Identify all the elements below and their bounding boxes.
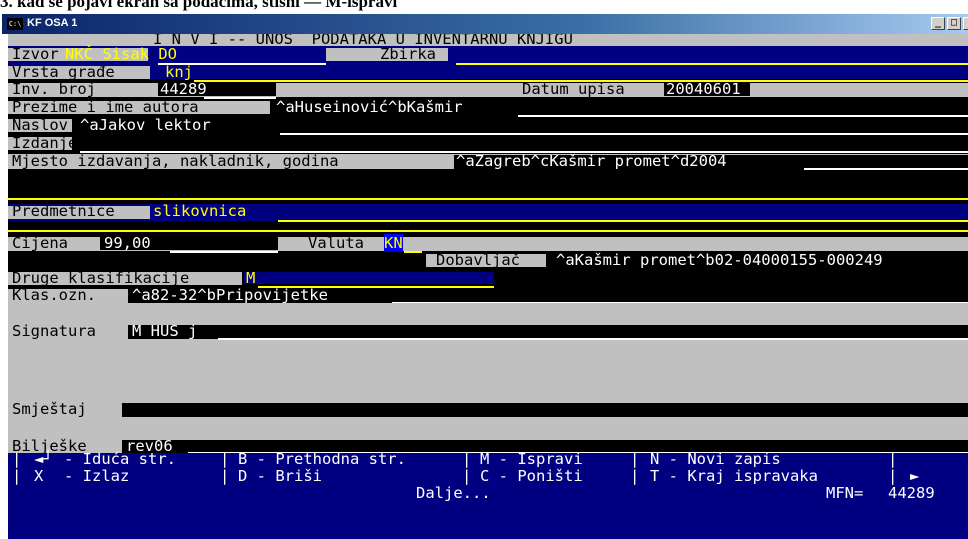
vrsta-label: Vrsta građe <box>12 63 115 81</box>
zbirka-label: Zbirka <box>380 45 436 63</box>
new-record-command[interactable]: N - Novi zapis <box>650 450 781 468</box>
valuta-underline <box>404 251 422 253</box>
signatura-label: Signatura <box>12 322 96 340</box>
signatura-box <box>128 325 968 339</box>
mfn-label: MFN= <box>826 484 864 502</box>
mjesto-underline <box>804 168 968 170</box>
key-enter-icon: ◄┘ <box>34 450 53 468</box>
klas-ozn-value[interactable]: ^a82-32^bPripovijetke <box>132 286 328 304</box>
document-heading: 3. kad se pojavi ekran sa podacima, stis… <box>0 0 968 14</box>
druge-klas-label: Druge klasifikacije <box>12 269 190 287</box>
dobavljac-label: Dobavljač <box>436 251 520 269</box>
maximize-button[interactable]: □ <box>947 17 961 30</box>
window-titlebar[interactable]: C:\ KF OSA 1 _ □ <box>2 14 968 34</box>
autor-value[interactable]: ^aHuseinović^bKašmir <box>276 98 463 116</box>
naslov-value[interactable]: ^aJakov lektor <box>80 116 211 134</box>
more-arrow-icon[interactable]: ► <box>910 467 919 485</box>
naslov-underline <box>280 133 968 135</box>
cijena-value[interactable]: 99,00 <box>104 234 151 252</box>
valuta-value[interactable]: KN <box>384 234 403 253</box>
mfn-value: 44289 <box>888 484 935 502</box>
smjestaj-box <box>122 403 968 417</box>
datum-upisa-label: Datum upisa <box>522 80 625 98</box>
cijena-label: Cijena <box>12 234 68 252</box>
izdanje-label: Izdanje <box>12 134 78 152</box>
izvor-label: Izvor <box>12 45 59 63</box>
inv-broj-label: Inv. broj <box>12 80 96 98</box>
naslov-label: Naslov <box>12 116 68 134</box>
autor-underline <box>518 115 968 117</box>
end-edit-command[interactable]: T - Kraj ispravaka <box>650 467 818 485</box>
zbirka-underline <box>456 63 968 65</box>
inv-band <box>8 83 968 97</box>
exit-key: X <box>34 467 44 485</box>
cijena-underline <box>170 251 278 253</box>
izvor-value[interactable]: NKČ Sisak DO <box>65 45 177 63</box>
prev-page-command[interactable]: B - Prethodna str. <box>238 450 406 468</box>
datum-upisa-value[interactable]: 20040601 <box>666 80 741 98</box>
druge-klas-box <box>244 272 494 284</box>
more-label: Dalje... <box>416 484 491 502</box>
predmetnice-underline <box>278 220 968 222</box>
druge-klas-value[interactable]: M <box>246 269 255 287</box>
mjesto-label: Mjesto izdavanja, nakladnik, godina <box>12 152 339 170</box>
exit-command[interactable]: - Izlaz <box>64 467 129 485</box>
autor-label: Prezime i ime autora <box>12 98 199 116</box>
close-button[interactable] <box>963 17 968 30</box>
valuta-label: Valuta <box>308 234 364 252</box>
signatura-underline <box>218 338 968 340</box>
inv-broj-underline <box>204 97 276 99</box>
inv-broj-value[interactable]: 44289 <box>160 80 207 98</box>
predmetnice-yellow-line <box>8 230 968 232</box>
console-icon: C:\ <box>7 18 23 30</box>
vrsta-value[interactable]: knj <box>165 63 193 81</box>
predmetnice-label: Predmetnice <box>12 202 115 220</box>
predmetnice-value[interactable]: slikovnica <box>153 202 246 220</box>
minimize-button[interactable]: _ <box>931 17 945 30</box>
next-page-command[interactable]: - Iduća str. <box>64 450 176 468</box>
edit-command[interactable]: M - Ispravi <box>480 450 583 468</box>
window-title: KF OSA 1 <box>27 17 78 29</box>
document-heading-text: 3. kad se pojavi ekran sa podacima, stis… <box>0 0 398 11</box>
cancel-command[interactable]: C - Poništi <box>480 467 583 485</box>
console-screen: I N V I -- UNOS PODATAKA U INVENTARNU KN… <box>8 34 968 539</box>
mjesto-value[interactable]: ^aZagreb^cKašmir promet^d2004 <box>456 152 727 170</box>
smjestaj-label: Smještaj <box>12 400 87 418</box>
predmetnice-band <box>8 204 968 221</box>
command-footer: | ◄┘ - Iduća str. | B - Prethodna str. |… <box>8 450 968 539</box>
klas-ozn-label: Klas.ozn. <box>12 286 96 304</box>
delete-command[interactable]: D - Briši <box>238 467 322 485</box>
signatura-value[interactable]: M HUS j <box>132 322 197 340</box>
dobavljac-value[interactable]: ^aKašmir promet^b02-04000155-000249 <box>556 251 883 269</box>
mjesto-yellow-line <box>8 198 968 200</box>
